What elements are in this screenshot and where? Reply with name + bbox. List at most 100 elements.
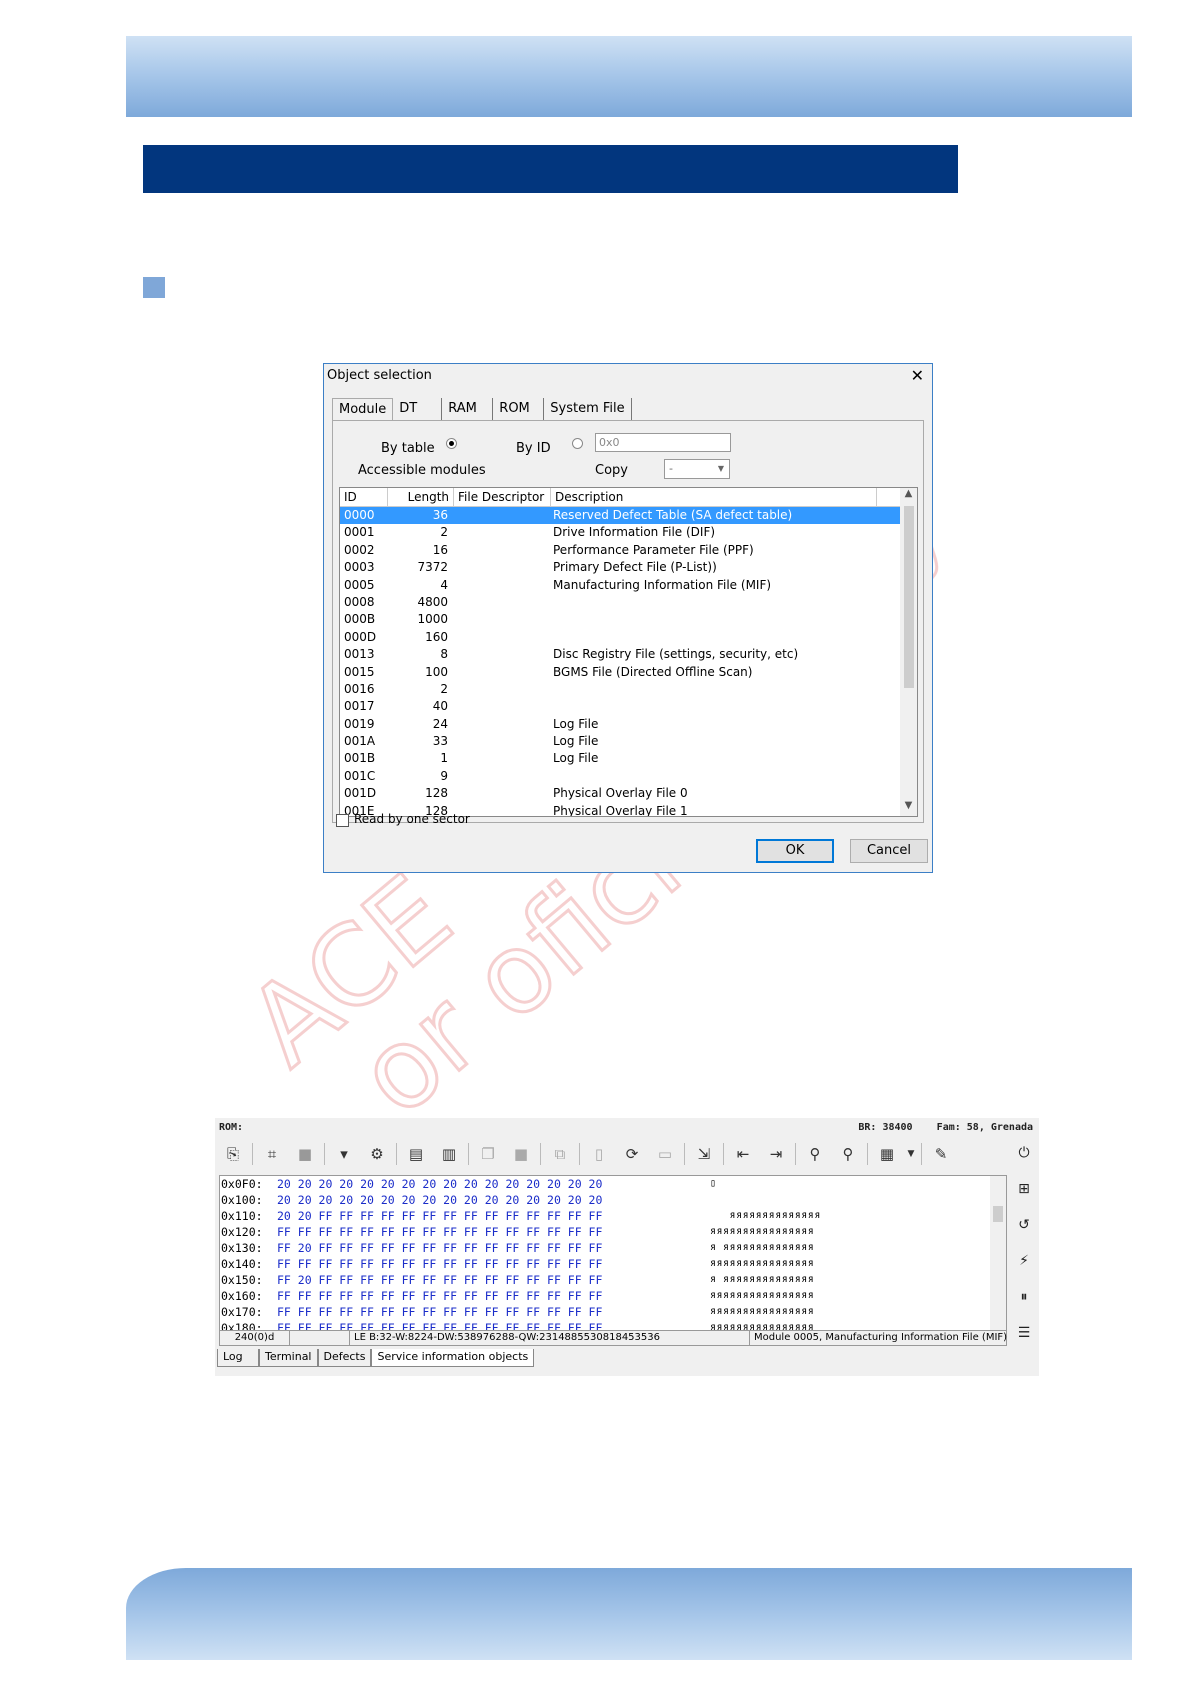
download-icon[interactable]: ▾ — [330, 1142, 358, 1166]
list-row[interactable]: 0016 2 — [340, 681, 917, 698]
list-cell-id: 0000 — [344, 508, 375, 522]
tab-log[interactable]: Log — [217, 1349, 259, 1367]
col-length[interactable]: Length — [388, 488, 454, 506]
hex-scrollbar[interactable] — [990, 1176, 1006, 1330]
goto-icon[interactable]: ⇲ — [690, 1142, 718, 1166]
list-row[interactable]: 0002 16 Performance Parameter File (PPF) — [340, 542, 917, 559]
toolbar-separator — [540, 1143, 541, 1165]
list-cell-desc: Physical Overlay File 0 — [553, 786, 688, 801]
toolbar-separator — [252, 1143, 253, 1165]
list-row[interactable]: 001B 1 Log File — [340, 750, 917, 767]
prev-icon[interactable]: ⇤ — [729, 1142, 757, 1166]
edit-icon[interactable]: ✎ — [927, 1142, 955, 1166]
list-row[interactable]: 000D 160 — [340, 629, 917, 646]
tab-ram[interactable]: RAM — [442, 398, 494, 420]
chevron-down-icon: ▼ — [717, 464, 725, 473]
find-icon[interactable]: ⚲ — [801, 1142, 829, 1166]
status-empty — [290, 1331, 350, 1345]
tab-system-file[interactable]: System File — [544, 398, 632, 420]
tab-module[interactable]: Module — [332, 398, 394, 421]
next-icon[interactable]: ⇥ — [762, 1142, 790, 1166]
toolbar-separator — [921, 1143, 922, 1165]
status-bar: 240(0)d LE B:32-W:8224-DW:538976288-QW:2… — [219, 1330, 1007, 1346]
id-input[interactable]: 0x0 — [595, 433, 731, 452]
hex-addr: 0x170: — [221, 1305, 263, 1319]
tab-service-information-objects[interactable]: Service information objects — [371, 1349, 535, 1367]
scroll-up-icon[interactable]: ▲ — [900, 488, 917, 504]
power-icon[interactable]: ⏻ — [1011, 1140, 1037, 1166]
list-scrollbar[interactable]: ▲ ▼ — [900, 488, 917, 816]
chevron-down-icon[interactable]: ▼ — [906, 1142, 916, 1166]
hex-ascii: яяяяяяяяяяяяяяяя — [710, 1290, 815, 1301]
col-id[interactable]: ID — [340, 488, 388, 506]
list-cell-length: 1 — [440, 751, 448, 766]
list-row[interactable]: 0017 40 — [340, 698, 917, 715]
list-cell-id: 000B — [344, 612, 376, 627]
pause-icon[interactable]: ⏸ — [1011, 1284, 1037, 1310]
drive-icon[interactable]: ⊞ — [1011, 1176, 1037, 1202]
col-description[interactable]: Description — [551, 488, 877, 506]
page-blank-icon[interactable]: ▭ — [651, 1142, 679, 1166]
format-icon[interactable]: ▦ — [873, 1142, 901, 1166]
tab-terminal[interactable]: Terminal — [259, 1349, 318, 1367]
list-row[interactable]: 0008 4800 — [340, 594, 917, 611]
col-file-descriptor[interactable]: File Descriptor — [454, 488, 551, 506]
list-row[interactable]: 0001 2 Drive Information File (DIF) — [340, 524, 917, 541]
grid-icon[interactable]: ⌗ — [258, 1142, 286, 1166]
list-icon[interactable]: ☰ — [1011, 1320, 1037, 1346]
copy-select[interactable]: - ▼ — [664, 459, 730, 479]
write-icon[interactable]: ▥ — [435, 1142, 463, 1166]
list-row[interactable]: 0003 7372 Primary Defect File (P-List)) — [340, 559, 917, 576]
list-cell-fd — [454, 716, 551, 733]
list-cell-desc: Drive Information File (DIF) — [553, 525, 716, 540]
tab-defects[interactable]: Defects — [317, 1349, 372, 1367]
list-row[interactable]: 000B 1000 — [340, 611, 917, 628]
hex-row: 0x170: FF FF FF FF FF FF FF FF FF FF FF F… — [220, 1304, 1006, 1320]
list-row[interactable]: 0015 100 BGMS File (Directed Offline Scan) — [340, 664, 917, 681]
reset-icon[interactable]: ↺ — [1011, 1212, 1037, 1238]
compare-icon[interactable]: ⧉ — [546, 1142, 574, 1166]
read-icon[interactable]: ▤ — [402, 1142, 430, 1166]
list-cell-id: 0008 — [344, 594, 375, 609]
hex-view[interactable]: 0x0F0: 20 20 20 20 20 20 20 20 20 20 20 2… — [219, 1175, 1007, 1331]
hex-bytes: 20 20 FF FF FF FF FF FF FF FF FF FF FF F… — [277, 1209, 603, 1223]
paste-icon[interactable]: ■ — [507, 1142, 535, 1166]
tab-panel: By table By ID 0x0 Accessible modules Co… — [332, 420, 924, 823]
list-row[interactable]: 0013 8 Disc Registry File (settings, secur… — [340, 646, 917, 663]
find-next-icon[interactable]: ⚲ — [834, 1142, 862, 1166]
page-icon[interactable]: ▯ — [585, 1142, 613, 1166]
by-id-radio[interactable] — [572, 438, 583, 449]
hex-addr: 0x140: — [221, 1257, 263, 1271]
list-header: ID Length File Descriptor Description — [340, 488, 917, 507]
by-table-radio[interactable] — [446, 438, 457, 449]
list-cell-desc: BGMS File (Directed Offline Scan) — [553, 664, 753, 679]
hex-ascii: яяяяяяяяяяяяяяяя — [710, 1306, 815, 1317]
list-cell-fd — [454, 594, 551, 611]
object-selection-dialog: Object selection ✕ Module DT RAM ROM Sys… — [323, 363, 933, 873]
list-cell-fd — [454, 768, 551, 785]
hex-scroll-thumb[interactable] — [993, 1206, 1003, 1222]
list-row[interactable]: 001D 128 Physical Overlay File 0 — [340, 785, 917, 802]
stop-icon[interactable]: ■ — [291, 1142, 319, 1166]
copy-icon[interactable]: ❐ — [474, 1142, 502, 1166]
list-row[interactable]: 0000 36 Reserved Defect Table (SA defect t… — [340, 507, 917, 525]
voltage-icon[interactable]: ⚡ — [1011, 1248, 1037, 1274]
list-cell-length: 8 — [440, 647, 448, 662]
chip-icon[interactable]: ⚙ — [363, 1142, 391, 1166]
cancel-button[interactable]: Cancel — [850, 839, 928, 863]
page-refresh-icon[interactable]: ⟳ — [618, 1142, 646, 1166]
read-by-sector-checkbox[interactable] — [336, 814, 349, 827]
open-icon[interactable]: ⎘ — [219, 1142, 247, 1166]
list-cell-desc — [551, 611, 877, 628]
close-icon[interactable]: ✕ — [911, 366, 924, 385]
tab-rom[interactable]: ROM — [493, 398, 545, 420]
scroll-down-icon[interactable]: ▼ — [900, 800, 917, 816]
tab-dt[interactable]: DT — [393, 398, 443, 420]
list-row[interactable]: 0005 4 Manufacturing Information File (MIF… — [340, 577, 917, 594]
ok-button[interactable]: OK — [756, 839, 834, 863]
list-row[interactable]: 001A 33 Log File — [340, 733, 917, 750]
list-row[interactable]: 0019 24 Log File — [340, 716, 917, 733]
list-row[interactable]: 001C 9 — [340, 768, 917, 785]
scroll-thumb-track[interactable] — [904, 506, 914, 688]
dialog-tabs: Module DT RAM ROM System File — [332, 398, 632, 421]
